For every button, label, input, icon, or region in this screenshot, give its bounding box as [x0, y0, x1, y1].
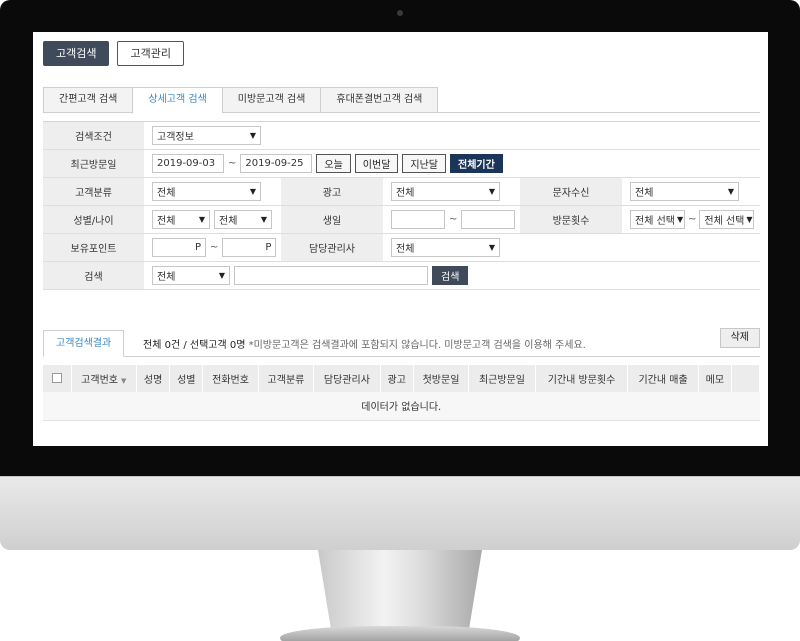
result-summary: 전체 0건 / 선택고객 0명 *미방문고객은 검색결과에 포함되지 않습니다.…	[143, 336, 586, 351]
points-from-input[interactable]: P	[152, 238, 206, 257]
ad-label: 광고	[281, 178, 383, 205]
column-header: 기간내 매출	[627, 365, 699, 392]
column-header[interactable]: 고객번호 ▼	[71, 365, 138, 392]
subtab-detail-search[interactable]: 상세고객 검색	[132, 87, 222, 114]
points-to-input[interactable]: P	[222, 238, 277, 257]
chevron-down-icon: ▼	[488, 187, 495, 196]
table-header-row: 고객번호 ▼ 성명 성별 전화번호 고객분류 담당관리사 광고 첫방문일 최근방문…	[43, 365, 760, 392]
chevron-down-icon: ▼	[198, 215, 205, 224]
chevron-down-icon: ▼	[746, 215, 753, 224]
search-button[interactable]: 검색	[432, 266, 469, 285]
column-header: 최근방문일	[468, 365, 536, 392]
tab-customer-search[interactable]: 고객검색	[43, 41, 110, 66]
chevron-down-icon: ▼	[218, 271, 225, 280]
monitor-stand-base	[280, 626, 520, 641]
visit-count-from-select[interactable]: 전체 선택 ▼	[630, 210, 685, 229]
table-row: 데이터가 없습니다.	[43, 392, 760, 421]
form-row-type: 고객분류 전체 ▼ 광고 전체 ▼ 문자수신 전체 ▼	[43, 178, 760, 206]
range-tilde: ~	[688, 214, 697, 225]
visit-count-to-select[interactable]: 전체 선택 ▼	[699, 210, 755, 229]
chevron-down-icon: ▼	[249, 187, 256, 196]
chevron-down-icon: ▼	[676, 215, 684, 224]
age-select[interactable]: 전체 ▼	[214, 210, 272, 229]
visit-count-label: 방문횟수	[520, 206, 622, 233]
monitor-chin	[0, 476, 800, 550]
date-to-input[interactable]: 2019-09-25	[240, 154, 313, 173]
points-label: 보유포인트	[43, 234, 144, 261]
range-tilde: ~	[210, 242, 219, 253]
result-table: 고객번호 ▼ 성명 성별 전화번호 고객분류 담당관리사 광고 첫방문일 최근방문…	[43, 365, 760, 421]
search-label: 검색	[43, 262, 144, 289]
chevron-down-icon: ▼	[249, 131, 256, 140]
sub-tabs: 간편고객 검색 상세고객 검색 미방문고객 검색 휴대폰결번고객 검색	[43, 87, 760, 114]
birthday-from-input[interactable]	[391, 210, 445, 229]
form-row-search: 검색 전체 ▼ 검색	[43, 262, 760, 290]
result-header: 고객검색결과 전체 0건 / 선택고객 0명 *미방문고객은 검색결과에 포함되…	[43, 328, 760, 357]
result-count: 전체 0건 / 선택고객 0명	[143, 340, 246, 351]
customer-type-label: 고객분류	[43, 178, 144, 205]
form-row-gender: 성별/나이 전체 ▼ 전체 ▼ 생일 ~ 방문횟수 전체 선택 ▼ ~ 전체 선…	[43, 206, 760, 234]
search-condition-select[interactable]: 고객정보 ▼	[152, 126, 261, 145]
manager-select[interactable]: 전체 ▼	[391, 238, 500, 257]
search-field-select[interactable]: 전체 ▼	[152, 266, 230, 285]
column-header: 광고	[380, 365, 414, 392]
column-header: 담당관리사	[313, 365, 381, 392]
sort-down-icon[interactable]: ▼	[121, 377, 126, 385]
this-month-button[interactable]: 이번달	[354, 154, 399, 173]
column-header: 고객분류	[258, 365, 315, 392]
manager-label: 담당관리사	[281, 234, 383, 261]
app-screen: 고객검색 고객관리 간편고객 검색 상세고객 검색 미방문고객 검색 휴대폰결번…	[33, 32, 768, 446]
last-month-button[interactable]: 지난달	[402, 154, 447, 173]
search-condition-label: 검색조건	[43, 122, 144, 149]
range-tilde: ~	[228, 158, 237, 169]
gender-age-label: 성별/나이	[43, 206, 144, 233]
chevron-down-icon: ▼	[727, 187, 734, 196]
monitor-stand	[318, 550, 482, 630]
tab-customer-manage[interactable]: 고객관리	[117, 41, 184, 66]
form-row-condition: 검색조건 고객정보 ▼	[43, 122, 760, 150]
select-all-cell	[43, 365, 72, 392]
subtab-simple-search[interactable]: 간편고객 검색	[43, 87, 133, 113]
column-header: 성별	[169, 365, 204, 392]
date-from-input[interactable]: 2019-09-03	[152, 154, 224, 173]
all-period-button[interactable]: 전체기간	[450, 154, 503, 173]
sms-label: 문자수신	[520, 178, 622, 205]
sms-select[interactable]: 전체 ▼	[630, 182, 739, 201]
select-all-checkbox[interactable]	[51, 373, 62, 383]
ad-select[interactable]: 전체 ▼	[391, 182, 500, 201]
top-tabs: 고객검색 고객관리	[43, 41, 184, 66]
result-tab[interactable]: 고객검색결과	[43, 330, 125, 357]
customer-type-select[interactable]: 전체 ▼	[152, 182, 261, 201]
today-button[interactable]: 오늘	[316, 154, 351, 173]
column-header-spacer	[731, 365, 760, 392]
column-header: 성명	[136, 365, 171, 392]
column-header: 전화번호	[202, 365, 259, 392]
result-note: *미방문고객은 검색결과에 포함되지 않습니다. 미방문고객 검색을 이용해 주…	[248, 340, 586, 351]
chevron-down-icon: ▼	[488, 243, 495, 252]
search-keyword-input[interactable]	[234, 266, 428, 285]
birthday-to-input[interactable]	[461, 210, 516, 229]
empty-message: 데이터가 없습니다.	[43, 392, 760, 421]
delete-button[interactable]: 삭제	[719, 328, 760, 348]
column-header: 메모	[698, 365, 733, 392]
chevron-down-icon: ▼	[260, 215, 267, 224]
birthday-label: 생일	[281, 206, 383, 233]
form-row-recent-visit: 최근방문일 2019-09-03 ~ 2019-09-25 오늘 이번달 지난달…	[43, 150, 760, 178]
column-header: 기간내 방문횟수	[535, 365, 629, 392]
column-header: 첫방문일	[413, 365, 470, 392]
gender-select[interactable]: 전체 ▼	[152, 210, 210, 229]
subtab-missing-phone-search[interactable]: 휴대폰결번고객 검색	[320, 87, 439, 113]
recent-visit-label: 최근방문일	[43, 150, 144, 177]
form-row-points: 보유포인트 P ~ P 담당관리사 전체 ▼	[43, 234, 760, 262]
subtab-unvisited-search[interactable]: 미방문고객 검색	[221, 87, 321, 113]
range-tilde: ~	[449, 214, 458, 225]
camera-icon	[397, 10, 403, 16]
search-form: 검색조건 고객정보 ▼ 최근방문일 2019-09-03 ~ 2019-09-25…	[43, 121, 760, 290]
